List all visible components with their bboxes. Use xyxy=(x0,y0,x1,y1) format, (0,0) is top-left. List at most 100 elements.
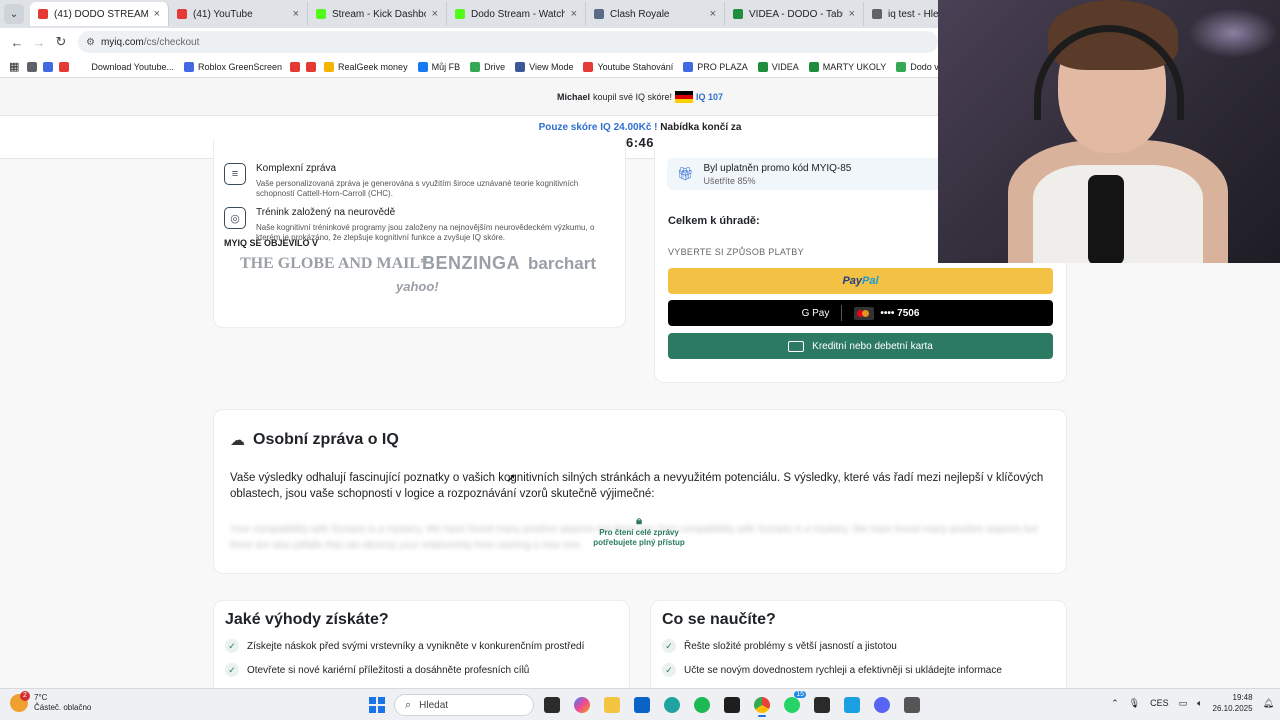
forward-button[interactable]: → xyxy=(28,31,50,53)
bookmark-label: MARTY UKOLY xyxy=(822,61,887,72)
address-bar[interactable]: ⚙ myiq.com /cs/checkout xyxy=(78,31,938,53)
site-info-icon[interactable]: ⚙ xyxy=(86,37,95,48)
tab-favicon-icon xyxy=(733,9,743,19)
app-icon[interactable] xyxy=(840,693,864,717)
check-icon: ✓ xyxy=(662,639,676,653)
close-tab-icon[interactable]: × xyxy=(426,8,438,20)
report-title: Osobní zpráva o IQ xyxy=(253,431,399,448)
copilot-icon[interactable] xyxy=(570,693,594,717)
locked-line-2: potřebujete plný přístup xyxy=(593,538,685,547)
close-tab-icon[interactable]: × xyxy=(843,8,855,20)
bookmark-item[interactable]: View Mode xyxy=(510,58,578,76)
bookmark-favicon-icon xyxy=(77,61,88,72)
whatsapp-badge: 15 xyxy=(794,691,806,698)
spotify-icon[interactable] xyxy=(690,693,714,717)
total-label: Celkem k úhradě: xyxy=(668,215,760,227)
bookmark-favicon-icon xyxy=(324,61,335,72)
bookmark-item[interactable] xyxy=(40,58,56,76)
buyer-name: Michael xyxy=(556,92,590,102)
google-pay-button[interactable]: G Pay •••• 7506 xyxy=(668,300,1053,326)
close-tab-icon[interactable]: × xyxy=(148,8,160,20)
promo-saving: Ušetříte 85% xyxy=(703,175,756,186)
bookmark-favicon-icon xyxy=(515,61,526,72)
payment-method-label: VYBERTE SI ZPŮSOB PLATBY xyxy=(668,247,804,257)
bookmark-favicon-icon xyxy=(417,61,428,72)
bookmark-item[interactable]: MARTY UKOLY xyxy=(804,58,892,76)
bookmark-item[interactable] xyxy=(303,58,319,76)
list-item: ✓ Řešte složité problémy s větší jasnost… xyxy=(662,639,897,653)
buyer-text: koupil své IQ skóre! xyxy=(592,92,672,102)
locked-message[interactable]: 🔒︎ Pro čtení celé zprávy potřebujete pln… xyxy=(574,516,704,548)
bookmark-item[interactable]: Drive xyxy=(465,58,510,76)
microphone-icon[interactable]: 🎙︎ xyxy=(1129,698,1140,709)
apps-grid-icon[interactable]: ▦ xyxy=(6,58,22,76)
bookmark-item[interactable]: Youtube Stahování xyxy=(578,58,678,76)
browser-tab[interactable]: (41) YouTube × xyxy=(169,2,308,26)
bookmark-item[interactable]: Roblox GreenScreen xyxy=(179,58,287,76)
bookmark-favicon-icon xyxy=(183,61,194,72)
bookmark-favicon-icon xyxy=(896,61,907,72)
language-indicator[interactable]: CES xyxy=(1150,698,1169,708)
browser-tab[interactable]: VIDEA - DODO - Tabulky× xyxy=(725,2,864,26)
browser-tab[interactable]: Dodo Stream - Watch Liv× xyxy=(447,2,586,26)
bookmark-item[interactable]: PRO PLAZA xyxy=(678,58,753,76)
chevron-up-icon[interactable]: ⌃ xyxy=(1111,698,1119,709)
bookmark-item[interactable]: Můj FB xyxy=(413,58,466,76)
bookmark-item[interactable] xyxy=(287,58,303,76)
bookmark-item[interactable] xyxy=(56,58,72,76)
network-icon[interactable]: ▭ xyxy=(1179,698,1188,709)
bookmark-item[interactable]: Download Youtube... xyxy=(72,58,179,76)
gift-icon: 🎁︎ xyxy=(677,166,694,181)
browser-tab[interactable]: Stream - Kick Dashboard× xyxy=(308,2,447,26)
terminal-icon[interactable] xyxy=(720,693,744,717)
tab-title: Dodo Stream - Watch Liv xyxy=(471,8,565,20)
system-tray: ⌃ 🎙︎ CES ▭ 🔈︎ 19:48 26.10.2025 🔔︎ xyxy=(1111,692,1274,714)
tab-title: (41) YouTube xyxy=(193,8,253,20)
taskbar-search[interactable]: ⌕ Hledat xyxy=(394,694,534,716)
weather-widget[interactable]: 2 7°C Částeč. oblačno xyxy=(10,691,91,713)
close-tab-icon[interactable]: × xyxy=(704,8,716,20)
bookmark-item[interactable]: VIDEA xyxy=(753,58,804,76)
paypal-text-b: Pal xyxy=(862,275,879,287)
tab-favicon-icon xyxy=(455,9,465,19)
volume-icon[interactable]: 🔈︎ xyxy=(1197,698,1202,709)
outlook-icon[interactable] xyxy=(630,693,654,717)
bookmark-label: PRO PLAZA xyxy=(697,61,748,72)
start-button[interactable] xyxy=(366,694,388,716)
epic-games-icon[interactable] xyxy=(810,693,834,717)
file-explorer-icon[interactable] xyxy=(600,693,624,717)
whatsapp-icon[interactable]: 15 xyxy=(780,691,806,717)
browser-tab[interactable]: (41) DODO STREAMUJE -× xyxy=(30,2,169,26)
discord-icon[interactable] xyxy=(870,693,894,717)
bookmark-label: VIDEA xyxy=(771,61,799,72)
back-button[interactable]: ← xyxy=(6,31,28,53)
bookmark-item[interactable]: RealGeek money xyxy=(319,58,413,76)
edge-icon[interactable] xyxy=(660,693,684,717)
bookmark-label: Můj FB xyxy=(431,61,461,72)
learn-title: Co se naučíte? xyxy=(662,611,776,628)
tab-title: VIDEA - DODO - Tabulky xyxy=(749,8,843,20)
credit-card-button[interactable]: Kreditní nebo debetní karta xyxy=(668,333,1053,359)
notification-bell-icon[interactable]: 🔔︎ xyxy=(1263,698,1274,709)
tab-favicon-icon xyxy=(872,9,882,19)
card-last-digits: •••• 7506 xyxy=(880,307,920,319)
chrome-icon[interactable] xyxy=(750,693,774,717)
bookmark-favicon-icon xyxy=(290,61,301,72)
browser-tab[interactable]: Clash Royale × xyxy=(586,2,725,26)
close-tab-icon[interactable]: × xyxy=(287,8,299,20)
gpay-label: G Pay xyxy=(801,307,830,319)
calculator-icon[interactable] xyxy=(900,693,924,717)
check-icon: ✓ xyxy=(225,663,239,677)
reload-button[interactable]: ↻ xyxy=(50,31,72,53)
clock[interactable]: 19:48 26.10.2025 xyxy=(1213,692,1253,714)
feature-desc: Vaše personalizovaná zpráva je generován… xyxy=(256,179,579,198)
tab-search-button[interactable]: ⌄ xyxy=(4,4,24,24)
paypal-button[interactable]: Pay Pal xyxy=(668,268,1053,294)
task-view-icon[interactable] xyxy=(540,693,564,717)
report-intro: Vaše výsledky odhalují fascinující pozna… xyxy=(230,472,1044,500)
bookmark-item[interactable] xyxy=(24,58,40,76)
tab-favicon-icon xyxy=(594,9,604,19)
close-tab-icon[interactable]: × xyxy=(565,8,577,20)
bookmark-favicon-icon xyxy=(470,61,481,72)
clock-date: 26.10.2025 xyxy=(1212,704,1253,713)
